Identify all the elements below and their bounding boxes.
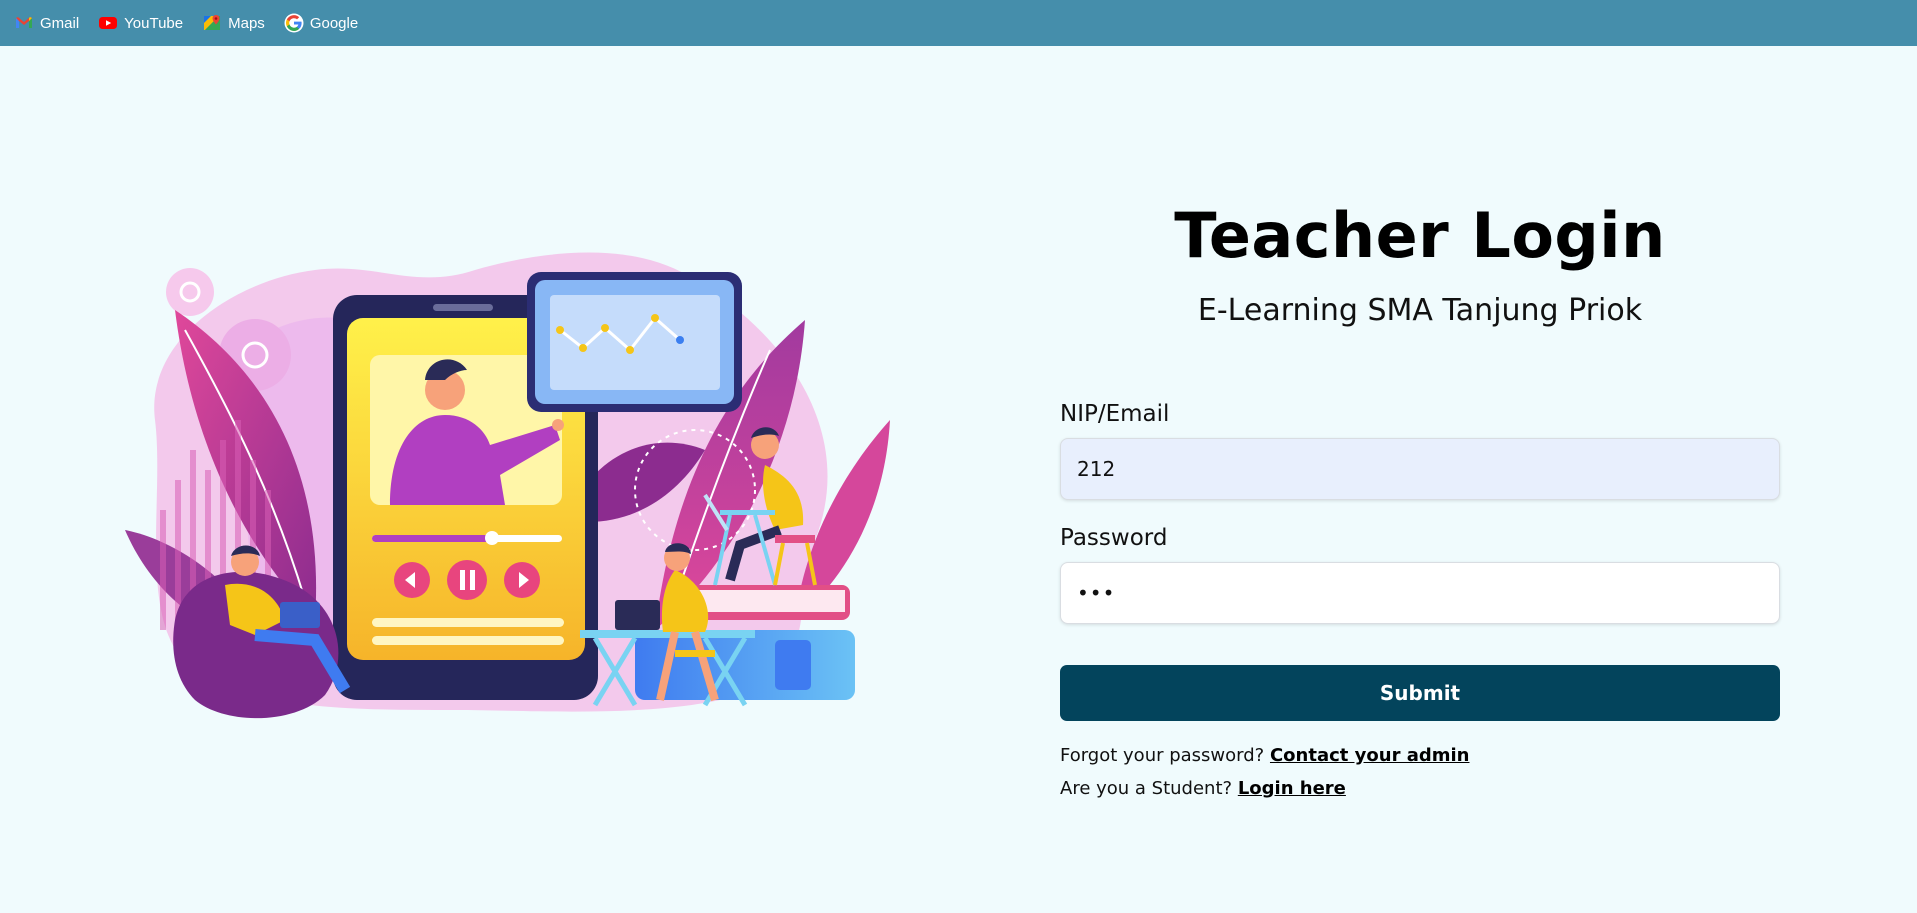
bookmark-label: YouTube (124, 14, 184, 32)
bookmark-youtube[interactable]: YouTube (98, 13, 183, 33)
bookmark-google[interactable]: Google (284, 13, 358, 33)
password-field[interactable]: ••• (1060, 562, 1780, 624)
bookmarks-bar: Gmail YouTube Maps Google (0, 0, 1917, 46)
youtube-icon (99, 17, 118, 29)
contact-admin-link[interactable]: Contact your admin (1270, 745, 1470, 766)
student-question-text: Are you a Student? (1060, 778, 1233, 799)
forgot-password-row: Forgot your password? Contact your admin (1060, 745, 1780, 766)
submit-button[interactable]: Submit (1060, 665, 1780, 721)
elearning-illustration (125, 252, 890, 719)
maps-icon (204, 15, 221, 30)
student-login-link[interactable]: Login here (1238, 778, 1346, 799)
bookmark-label: Maps (228, 14, 265, 32)
bookmark-label: Gmail (40, 14, 80, 32)
password-value: ••• (1077, 581, 1116, 605)
bookmark-label: Google (309, 14, 359, 32)
google-icon (284, 13, 304, 33)
bookmark-maps[interactable]: Maps (202, 13, 265, 33)
email-label: NIP/Email (1060, 401, 1170, 427)
email-field[interactable]: 212 (1060, 438, 1780, 500)
gmail-icon (16, 17, 32, 28)
page-title: Teacher Login (1174, 199, 1666, 272)
student-login-row: Are you a Student? Login here (1060, 778, 1780, 799)
email-value: 212 (1077, 457, 1116, 481)
page-subtitle: E-Learning SMA Tanjung Priok (1197, 293, 1643, 328)
login-panel: Teacher Login E-Learning SMA Tanjung Pri… (1060, 190, 1780, 799)
forgot-password-text: Forgot your password? (1060, 745, 1265, 766)
password-label: Password (1060, 525, 1168, 551)
bookmark-gmail[interactable]: Gmail (14, 13, 79, 33)
